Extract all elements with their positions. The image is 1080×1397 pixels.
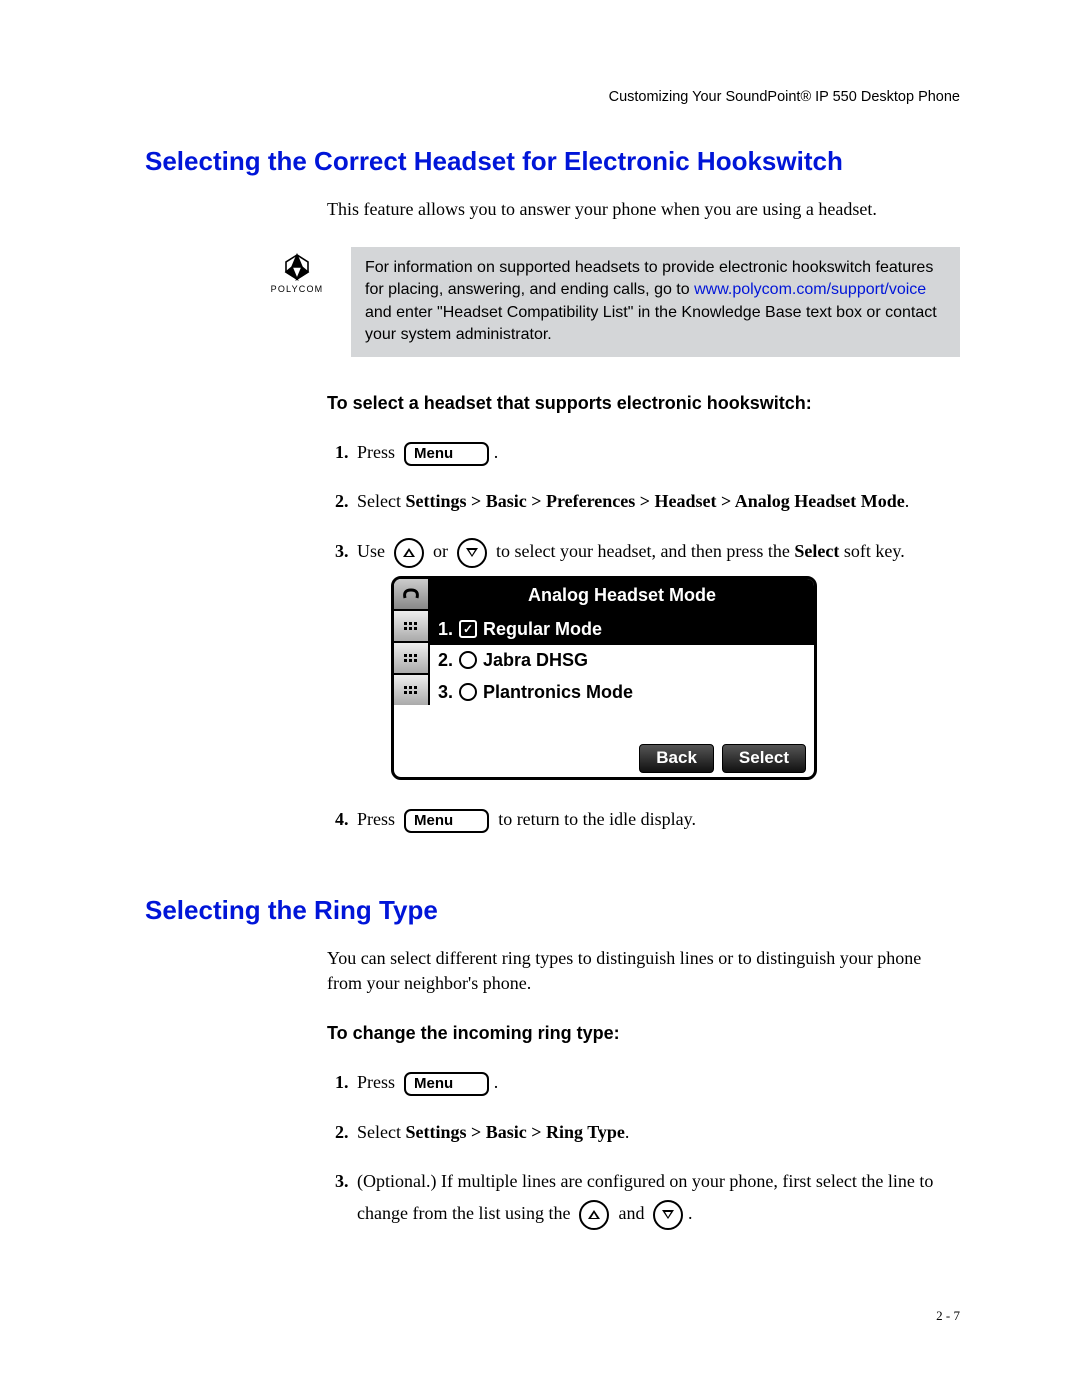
step-2: Select Settings > Basic > Ring Type. — [353, 1117, 960, 1149]
step4-press: Press — [357, 809, 395, 829]
step-1: Press Menu . — [353, 1067, 960, 1099]
section2-intro: You can select different ring types to d… — [327, 946, 960, 995]
section2-subhead: To change the incoming ring type: — [327, 1021, 960, 1045]
section-heading-ringtype: Selecting the Ring Type — [145, 893, 960, 928]
step3-select: Select — [794, 541, 839, 561]
step3-end: soft key. — [839, 541, 904, 561]
softkey-back: Back — [639, 744, 714, 773]
radio-unchecked-icon — [459, 683, 477, 701]
note-text-post: and enter "Headset Compatibility List" i… — [365, 304, 937, 343]
phone-item-label: Plantronics Mode — [483, 680, 633, 704]
step3-and: and — [618, 1203, 644, 1223]
phone-item-num: 1. — [438, 617, 453, 641]
step-2: Select Settings > Basic > Preferences > … — [353, 486, 960, 518]
step2-pre: Select — [357, 491, 405, 511]
step2-pre: Select — [357, 1122, 405, 1142]
section2-steps: Press Menu . Select Settings > Basic > R… — [327, 1067, 960, 1229]
phone-sidebar-icon — [394, 579, 430, 611]
phone-sidebar-icon — [394, 611, 430, 643]
section1-intro: This feature allows you to answer your p… — [327, 197, 960, 221]
radio-checked-icon — [459, 620, 477, 638]
menu-key-icon: Menu — [404, 1072, 489, 1096]
phone-softkey-row: Back Select — [430, 738, 814, 777]
info-note-box: For information on supported headsets to… — [351, 247, 960, 357]
section1-subhead: To select a headset that supports electr… — [327, 391, 960, 415]
phone-item-num: 2. — [438, 648, 453, 672]
arrow-up-key-icon — [579, 1200, 609, 1230]
polycom-logo: POLYCOM — [267, 247, 327, 295]
menu-key-icon: Menu — [404, 442, 489, 466]
step3-pre: (Optional.) If multiple lines are config… — [357, 1171, 933, 1223]
step4-end: to return to the idle display. — [498, 809, 696, 829]
step3-or: or — [433, 541, 448, 561]
polycom-logo-text: POLYCOM — [267, 283, 327, 295]
running-header: Customizing Your SoundPoint® IP 550 Desk… — [145, 88, 960, 108]
phone-menu-item: 1. Regular Mode — [430, 614, 814, 645]
page-number: 2 - 7 — [936, 1307, 960, 1325]
arrow-down-key-icon — [457, 538, 487, 568]
step-1: Press Menu . — [353, 437, 960, 469]
phone-display: Analog Headset Mode 1. Regular Mode 2. J… — [391, 576, 817, 780]
phone-title: Analog Headset Mode — [430, 579, 814, 614]
phone-sidebar-icon — [394, 675, 430, 705]
step-3: Use or to select your headset, and then … — [353, 536, 960, 780]
step3-use: Use — [357, 541, 385, 561]
phone-menu-item: 3. Plantronics Mode — [430, 677, 814, 708]
arrow-up-key-icon — [394, 538, 424, 568]
phone-item-label: Regular Mode — [483, 617, 602, 641]
step1-press: Press — [357, 1072, 395, 1092]
phone-menu-item: 2. Jabra DHSG — [430, 645, 814, 676]
note-link: www.polycom.com/support/voice — [694, 281, 926, 298]
section-heading-hookswitch: Selecting the Correct Headset for Electr… — [145, 144, 960, 179]
info-note: POLYCOM For information on supported hea… — [267, 247, 960, 357]
step-4: Press Menu to return to the idle display… — [353, 804, 960, 836]
step-3: (Optional.) If multiple lines are config… — [353, 1166, 960, 1229]
radio-unchecked-icon — [459, 651, 477, 669]
softkey-select: Select — [722, 744, 806, 773]
polycom-logo-icon — [280, 253, 314, 281]
phone-sidebar-icon — [394, 643, 430, 675]
phone-sidebar-icons — [394, 579, 430, 777]
arrow-down-key-icon — [653, 1200, 683, 1230]
menu-key-icon: Menu — [404, 809, 489, 833]
phone-item-num: 3. — [438, 680, 453, 704]
section1-steps: Press Menu . Select Settings > Basic > P… — [327, 437, 960, 836]
step2-path: Settings > Basic > Preferences > Headset… — [405, 491, 904, 511]
step3-mid: to select your headset, and then press t… — [496, 541, 794, 561]
step1-press: Press — [357, 442, 395, 462]
phone-item-label: Jabra DHSG — [483, 648, 588, 672]
step2-path: Settings > Basic > Ring Type — [405, 1122, 624, 1142]
